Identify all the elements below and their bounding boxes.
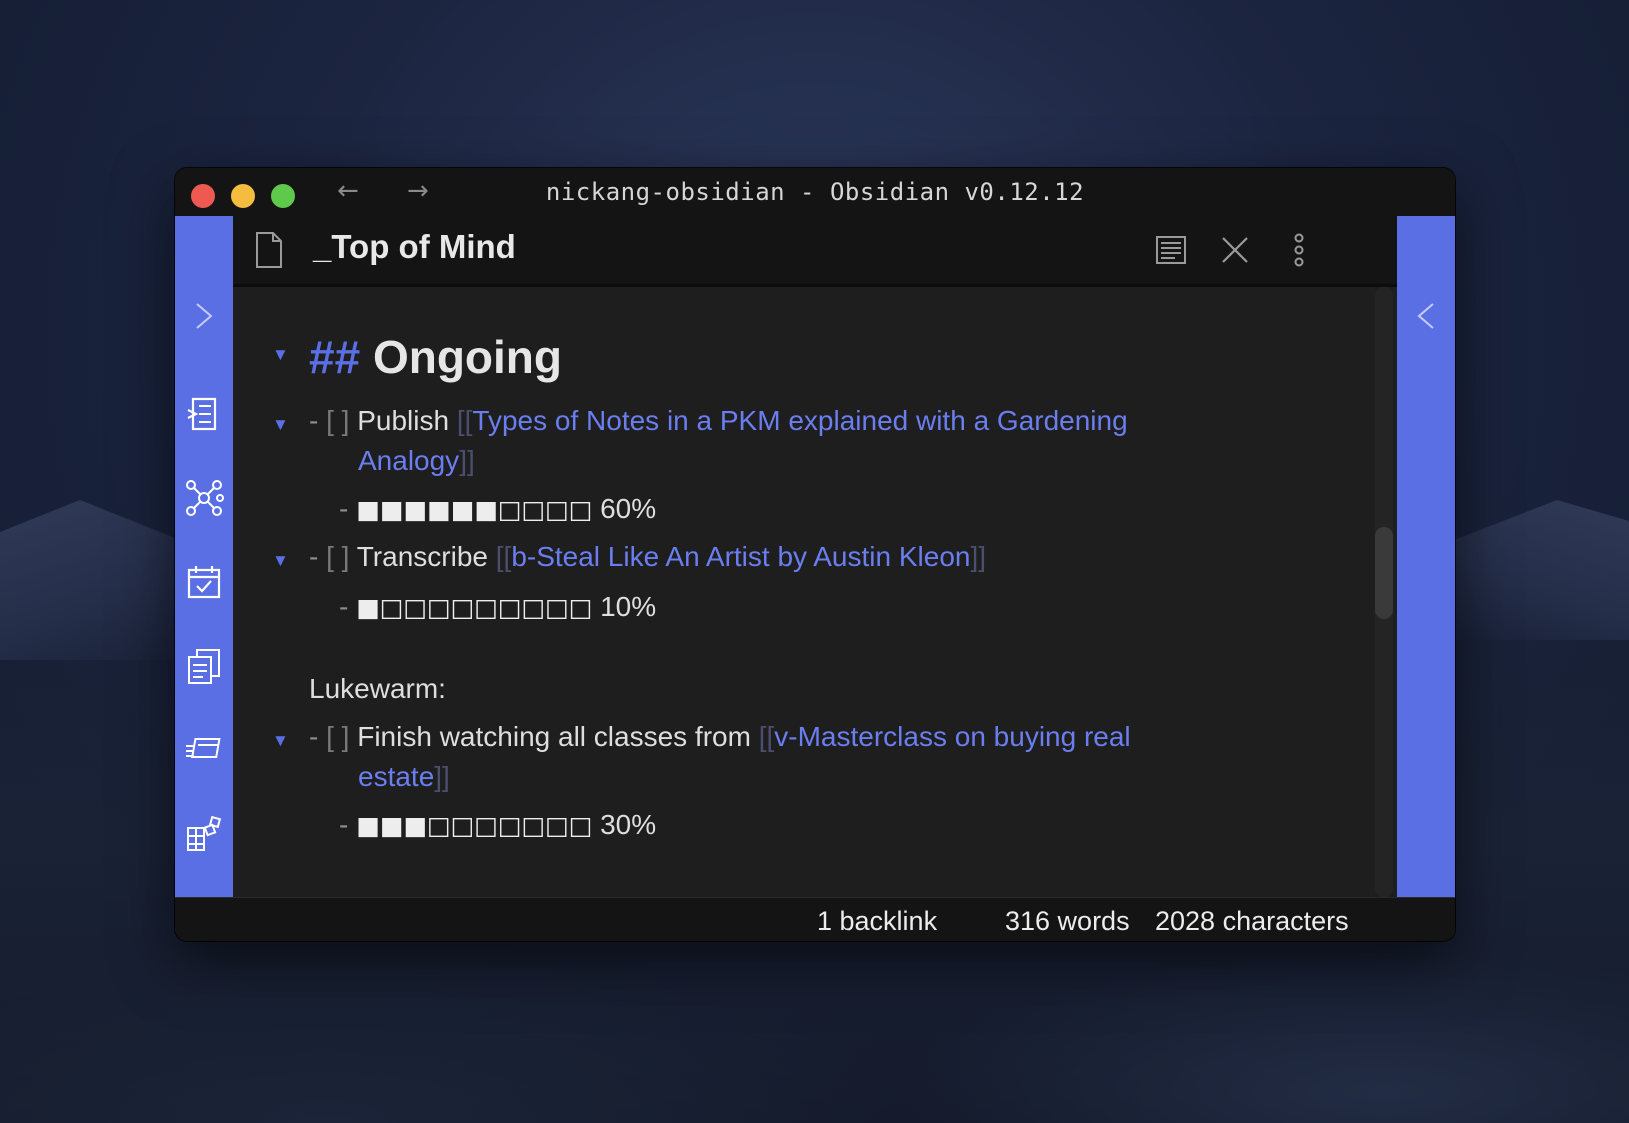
task-item-continuation[interactable]: estate]] — [358, 761, 450, 793]
fold-toggle-icon[interactable]: ▼ — [272, 345, 289, 365]
progress-bar: ■□□□□□□□□□ — [356, 593, 593, 622]
task-verb: Finish watching all classes from — [357, 721, 751, 752]
window-title: nickang-obsidian - Obsidian v0.12.12 — [545, 178, 1085, 206]
collapse-sidebar-icon[interactable] — [1411, 296, 1441, 336]
internal-link[interactable]: b-Steal Like An Artist by Austin Kleon — [511, 541, 970, 572]
app-window: ← → nickang-obsidian - Obsidian v0.12.12 — [175, 168, 1455, 941]
section-label: Lukewarm: — [309, 673, 446, 704]
progress-item: - ■■■□□□□□□□ 30% — [339, 809, 656, 841]
link-open: [[ — [495, 541, 512, 572]
more-options-icon[interactable] — [1279, 230, 1319, 270]
task-checkbox[interactable]: [ ] — [326, 405, 349, 436]
internal-link-continued[interactable]: Analogy — [358, 445, 459, 476]
graph-view-icon[interactable] — [184, 478, 224, 518]
heading-text: Ongoing — [372, 331, 563, 383]
task-verb: Publish — [357, 405, 450, 436]
list-dash: - — [309, 721, 319, 752]
list-dash: - — [309, 405, 319, 436]
task-verb: Transcribe — [356, 541, 488, 572]
task-item[interactable]: - [ ] Finish watching all classes from [… — [309, 721, 1131, 753]
task-item[interactable]: - [ ] Publish [[Types of Notes in a PKM … — [309, 405, 1128, 437]
progress-item: - ■□□□□□□□□□ 10% — [339, 591, 656, 623]
link-close: ]] — [459, 445, 475, 476]
view-title[interactable]: _Top of Mind — [313, 228, 516, 266]
progress-item: - ■■■■■■□□□□ 60% — [339, 493, 656, 525]
link-close: ]] — [970, 541, 987, 572]
daily-note-icon[interactable] — [184, 562, 224, 602]
internal-link-continued[interactable]: estate — [358, 761, 434, 792]
progress-label: 60% — [600, 493, 657, 524]
list-dash: - — [339, 809, 349, 840]
task-item[interactable]: - [ ] Transcribe [[b-Steal Like An Artis… — [309, 541, 986, 573]
backlink-count[interactable]: 1 backlink — [817, 906, 937, 937]
slides-icon[interactable] — [184, 730, 224, 770]
link-open: [[ — [456, 405, 473, 436]
fold-toggle-icon[interactable]: ▼ — [272, 415, 289, 435]
templates-icon[interactable] — [184, 646, 224, 686]
task-checkbox[interactable]: [ ] — [326, 541, 349, 572]
fold-toggle-icon[interactable]: ▼ — [272, 551, 289, 571]
internal-link[interactable]: Types of Notes in a PKM explained with a… — [472, 405, 1127, 436]
title-bar: ← → nickang-obsidian - Obsidian v0.12.12 — [175, 168, 1455, 216]
link-open: [[ — [758, 721, 775, 752]
heading-marker: ## — [309, 331, 361, 383]
progress-label: 10% — [600, 591, 657, 622]
reading-view-icon[interactable] — [1151, 230, 1191, 270]
right-ribbon — [1397, 216, 1455, 898]
left-ribbon — [175, 216, 233, 898]
close-icon[interactable] — [1215, 230, 1255, 270]
progress-bar: ■■■□□□□□□□ — [356, 811, 593, 840]
quick-switcher-icon[interactable] — [184, 394, 224, 434]
note-content[interactable]: ▼ ## Ongoing ▼ - [ ] Publish [[Types of … — [233, 287, 1397, 898]
view-header: _Top of Mind — [233, 216, 1397, 287]
expand-sidebar-icon[interactable] — [189, 296, 219, 336]
task-item-continuation[interactable]: Analogy]] — [358, 445, 475, 477]
progress-bar: ■■■■■■□□□□ — [356, 495, 593, 524]
progress-label: 30% — [600, 809, 657, 840]
link-close: ]] — [434, 761, 450, 792]
editor-pane: _Top of Mind ▼ ## Ongoing ▼ - [ ] Publis… — [233, 216, 1397, 898]
list-dash: - — [309, 541, 319, 572]
fold-toggle-icon[interactable]: ▼ — [272, 731, 289, 751]
internal-link[interactable]: v-Masterclass on buying real — [774, 721, 1130, 752]
scrollbar-thumb[interactable] — [1375, 527, 1393, 619]
heading-ongoing: ## Ongoing — [309, 330, 562, 384]
document-icon[interactable] — [253, 230, 285, 270]
plugins-icon[interactable] — [184, 814, 224, 854]
list-dash: - — [339, 591, 349, 622]
status-bar: 1 backlink 316 words 2028 characters — [175, 897, 1455, 941]
task-checkbox[interactable]: [ ] — [326, 721, 349, 752]
word-count: 316 words — [1005, 906, 1130, 936]
character-count: 2028 characters — [1155, 906, 1349, 936]
list-dash: - — [339, 493, 349, 524]
